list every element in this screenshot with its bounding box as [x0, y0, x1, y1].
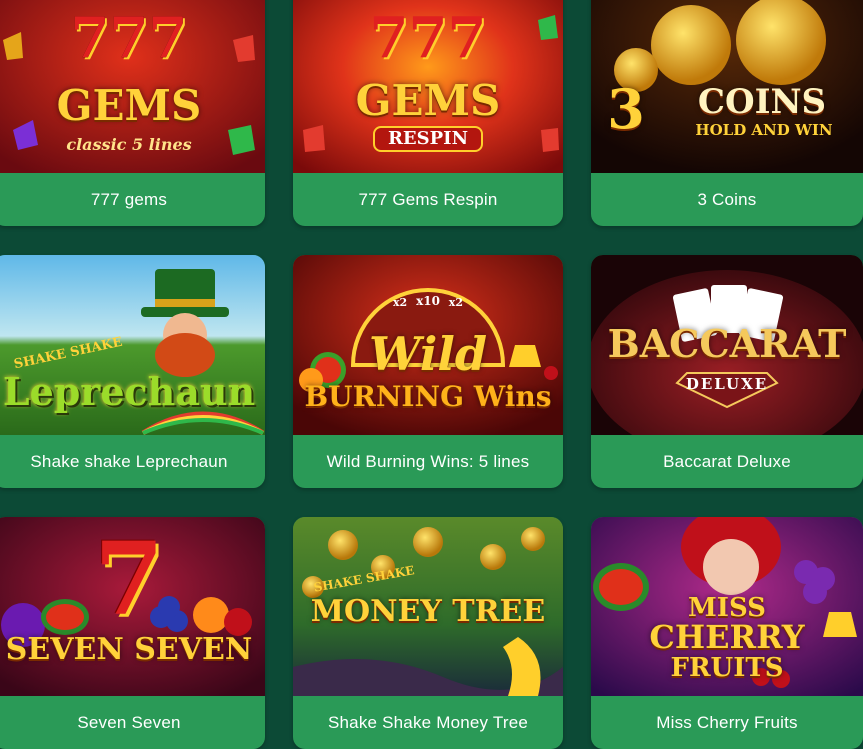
game-thumbnail[interactable]: 7 SEVEN SEVEN: [0, 517, 265, 696]
game-title[interactable]: 3 Coins: [591, 173, 863, 226]
game-thumbnail[interactable]: BACCARAT DELUXE: [591, 255, 863, 435]
game-title[interactable]: Wild Burning Wins: 5 lines: [293, 435, 563, 488]
game-logo-text: Leprechaun: [2, 369, 256, 414]
game-logo-text: 777: [369, 5, 487, 71]
game-logo-text: GEMS: [355, 76, 501, 125]
game-thumbnail[interactable]: 777 GEMS RESPIN: [293, 0, 563, 173]
game-title[interactable]: Shake shake Leprechaun: [0, 435, 265, 488]
wheel-multiplier: x10: [416, 294, 440, 308]
game-thumbnail[interactable]: SHAKE SHAKE MONEY TREE: [293, 517, 563, 696]
wheel-multiplier: x2: [448, 296, 463, 309]
game-title[interactable]: 777 gems: [0, 173, 265, 226]
game-thumbnail[interactable]: MISS CHERRY FRUITS: [591, 517, 863, 696]
game-logo-text: BURNING Wins: [304, 380, 552, 413]
game-logo-text: COINS: [697, 82, 827, 122]
game-thumbnail[interactable]: 3 COINS HOLD AND WIN: [591, 0, 863, 173]
game-title[interactable]: Miss Cherry Fruits: [591, 696, 863, 749]
game-logo-subtext: RESPIN: [373, 126, 483, 152]
game-logo-text: FRUITS: [670, 653, 784, 683]
game-logo-text: CHERRY: [649, 618, 805, 656]
game-card-shake-shake-leprechaun[interactable]: SHAKE SHAKE Leprechaun Shake shake Lepre…: [0, 255, 265, 488]
game-card-777-gems-respin[interactable]: 777 GEMS RESPIN 777 Gems Respin: [293, 0, 563, 226]
game-logo-subtext: classic 5 lines: [66, 135, 192, 154]
game-card-baccarat-deluxe[interactable]: BACCARAT DELUXE Baccarat Deluxe: [591, 255, 863, 488]
game-thumbnail[interactable]: 777 GEMS classic 5 lines: [0, 0, 265, 173]
game-card-miss-cherry-fruits[interactable]: MISS CHERRY FRUITS Miss Cherry Fruits: [591, 517, 863, 749]
game-card-777-gems[interactable]: 777 GEMS classic 5 lines 777 gems: [0, 0, 265, 226]
game-logo-subtext: DELUXE: [685, 375, 769, 393]
game-thumbnail[interactable]: SHAKE SHAKE Leprechaun: [0, 255, 265, 435]
game-logo-text: 7: [94, 520, 164, 638]
game-title[interactable]: Shake Shake Money Tree: [293, 696, 563, 749]
game-card-shake-shake-money-tree[interactable]: SHAKE SHAKE MONEY TREE Shake Shake Money…: [293, 517, 563, 749]
game-logo-text: 777: [70, 5, 188, 71]
game-card-3-coins[interactable]: 3 COINS HOLD AND WIN 3 Coins: [591, 0, 863, 226]
game-card-wild-burning-wins[interactable]: x2 x10 x2 Wild BURNING Wins Wild Burning…: [293, 255, 563, 488]
game-title[interactable]: Baccarat Deluxe: [591, 435, 863, 488]
game-title[interactable]: 777 Gems Respin: [293, 173, 563, 226]
game-card-seven-seven[interactable]: 7 SEVEN SEVEN Seven Seven: [0, 517, 265, 749]
game-logo-text: 3: [607, 77, 645, 141]
game-logo-text: Wild: [369, 327, 487, 381]
game-thumbnail[interactable]: x2 x10 x2 Wild BURNING Wins: [293, 255, 563, 435]
game-logo-text: BACCARAT: [607, 321, 847, 366]
game-logo-subtext: HOLD AND WIN: [695, 121, 833, 139]
game-logo-text: GEMS: [56, 81, 202, 130]
game-logo-text: MONEY TREE: [310, 594, 546, 629]
game-title[interactable]: Seven Seven: [0, 696, 265, 749]
game-logo-text: SEVEN SEVEN: [5, 632, 253, 667]
